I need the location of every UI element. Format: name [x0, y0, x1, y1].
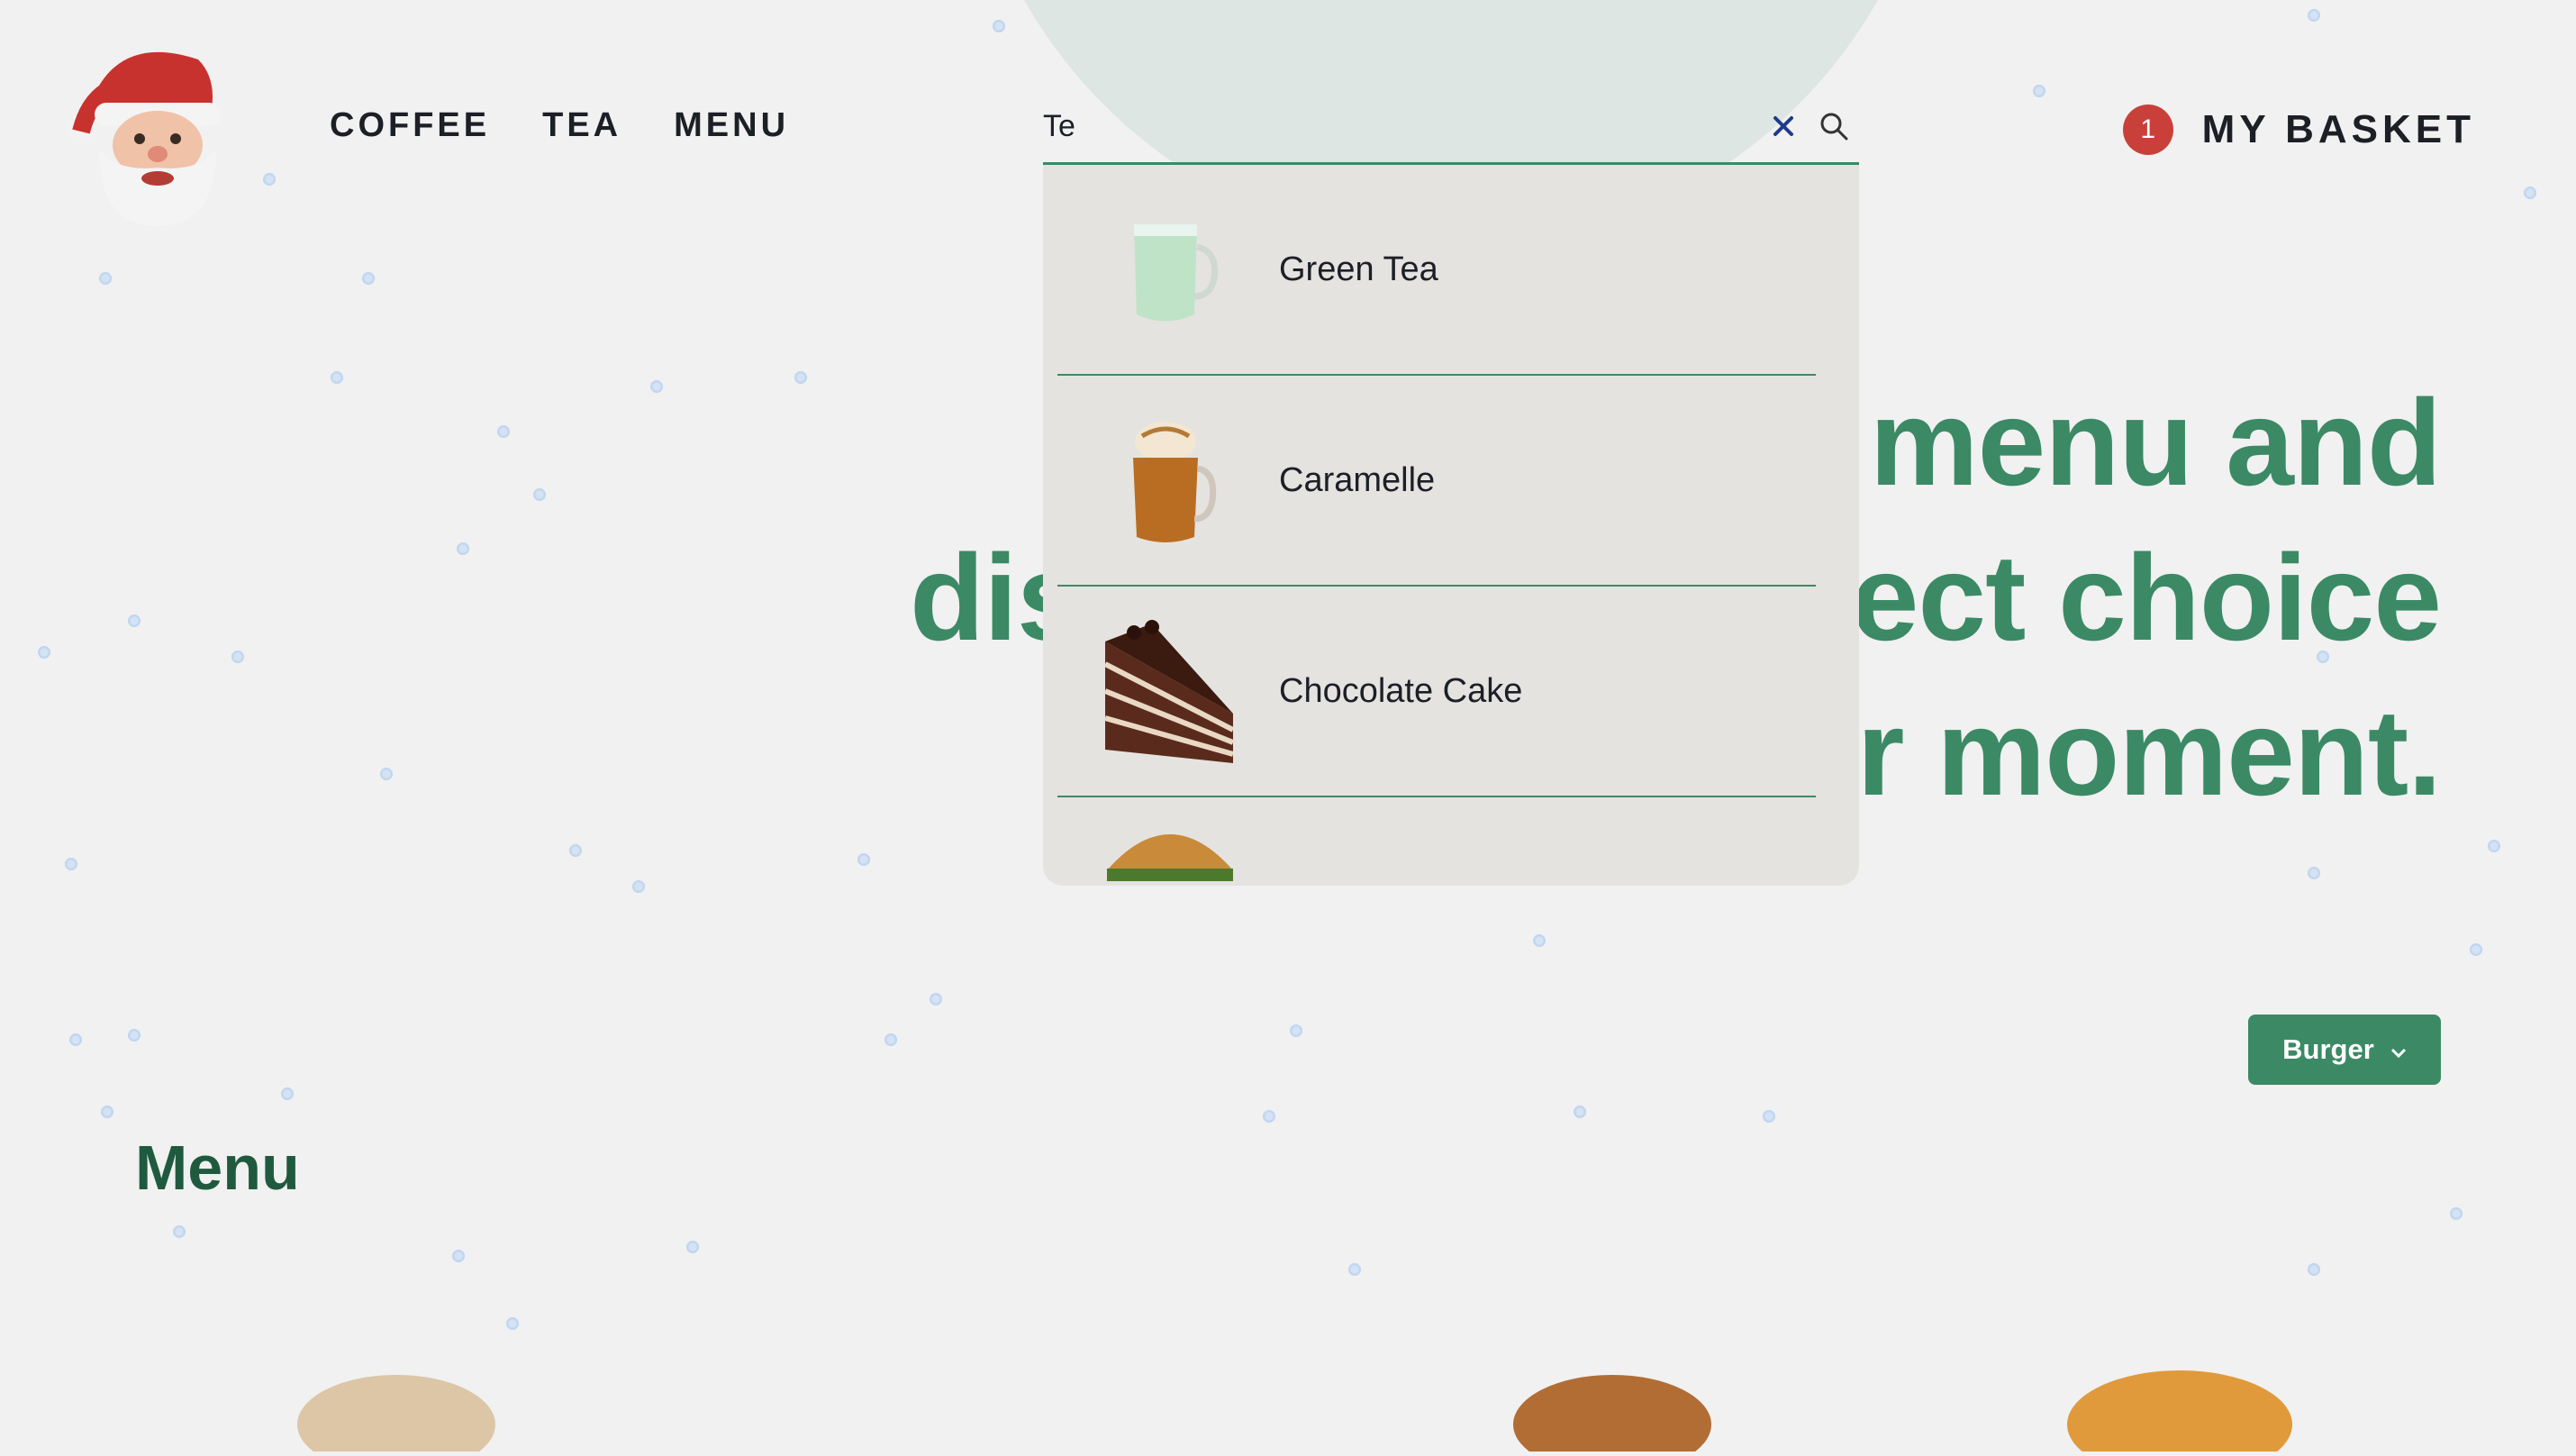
burger-icon [1084, 816, 1256, 886]
search-result-item[interactable]: Chocolate Cake [1057, 587, 1816, 797]
search-results-dropdown: Green Tea Caramelle Chocolate Cake [1043, 165, 1859, 886]
category-filter-dropdown[interactable]: Burger [2248, 1015, 2441, 1085]
category-filter-label: Burger [2282, 1033, 2374, 1065]
chevron-down-icon [2390, 1033, 2407, 1066]
basket-label: MY BASKET [2201, 107, 2475, 151]
menu-item-image[interactable] [2063, 1361, 2297, 1456]
chocolate-cake-icon [1084, 605, 1256, 777]
santa-logo[interactable] [63, 23, 243, 229]
hero-line-2-right: ect choice [1850, 529, 2442, 666]
search-result-label: Caramelle [1279, 460, 1436, 499]
search-result-item[interactable]: Caramelle [1057, 376, 1816, 587]
search-bar [1043, 90, 1859, 165]
nav-menu[interactable]: MENU [674, 106, 789, 145]
menu-item-image[interactable] [279, 1361, 513, 1456]
search-icon[interactable] [1809, 101, 1859, 151]
search-result-label: Green Tea [1279, 250, 1438, 288]
search-result-item[interactable]: Green Tea [1057, 165, 1816, 376]
close-icon[interactable] [1758, 101, 1809, 151]
menu-item-image[interactable] [1495, 1361, 1729, 1456]
search-input[interactable] [1043, 108, 1758, 144]
main-nav: COFFEE TEA MENU [330, 106, 789, 145]
nav-coffee[interactable]: COFFEE [330, 106, 490, 145]
search-result-item[interactable] [1057, 797, 1816, 886]
nav-tea[interactable]: TEA [542, 106, 621, 145]
menu-section-title: Menu [135, 1133, 300, 1203]
green-tea-mug-icon [1084, 184, 1256, 355]
search-result-label: Chocolate Cake [1279, 671, 1523, 710]
caramel-drink-icon [1084, 395, 1256, 566]
basket-button[interactable]: 1 MY BASKET [2122, 105, 2475, 155]
basket-count-badge: 1 [2122, 105, 2173, 155]
